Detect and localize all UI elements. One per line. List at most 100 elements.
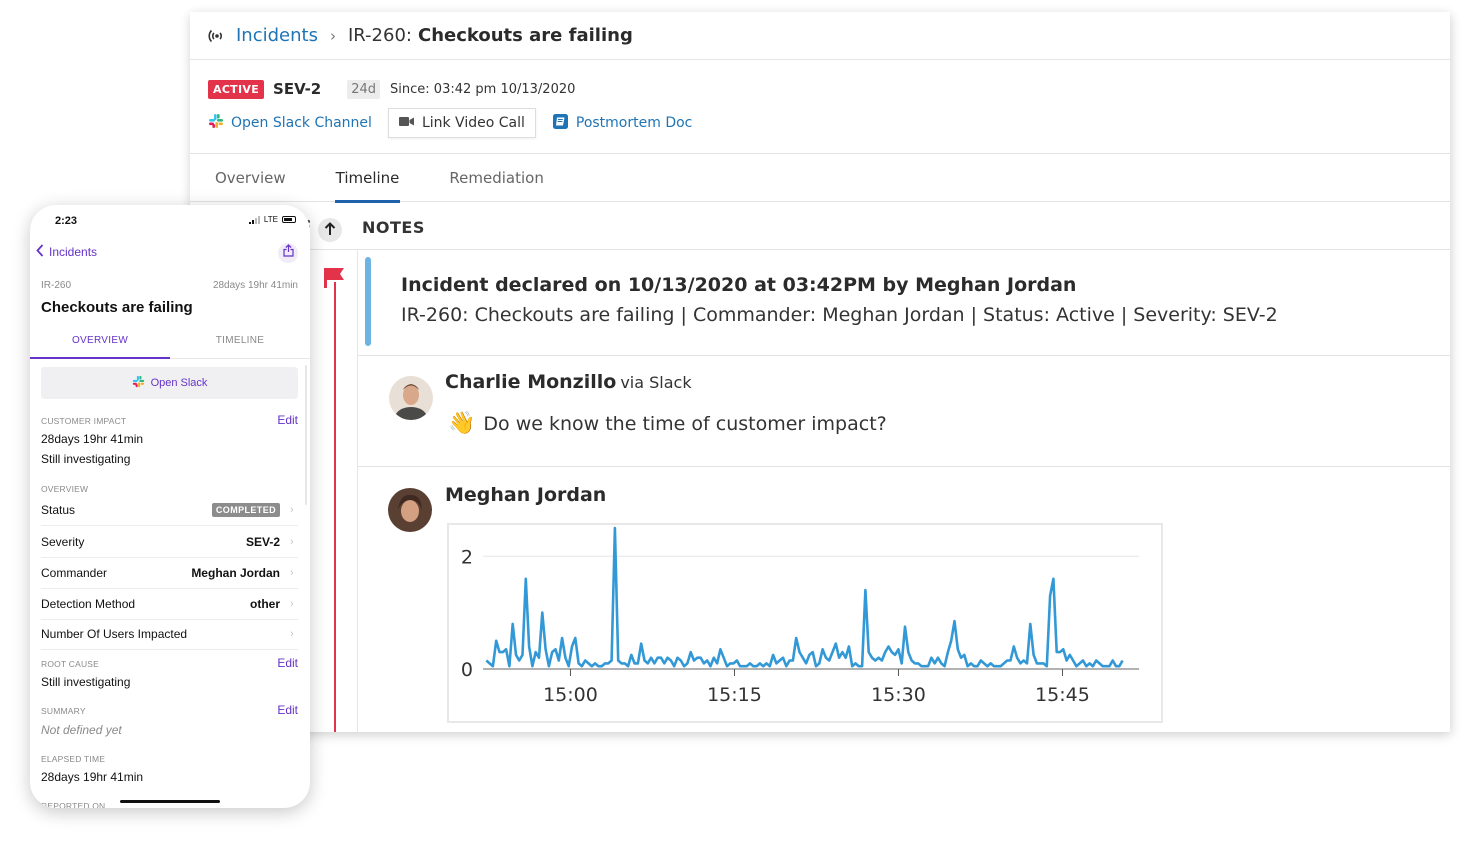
- incident-id: IR-260:: [347, 25, 412, 46]
- timeline-body: NOTES Incident declared on 10/13/2020 at…: [190, 202, 1450, 732]
- share-button[interactable]: [278, 243, 298, 263]
- declared-accent-bar: [365, 257, 371, 346]
- row-value: SEV-2: [245, 535, 280, 549]
- timeline-entries: Incident declared on 10/13/2020 at 03:42…: [357, 250, 1450, 732]
- message-author: Meghan Jordan: [445, 484, 607, 506]
- series-line: [485, 526, 1124, 668]
- severity-label: SEV-2: [273, 80, 322, 98]
- elapsed-time-value: 28days 19hr 41min: [41, 770, 144, 784]
- status-badge: COMPLETED: [211, 503, 280, 517]
- row-label: Severity: [41, 535, 85, 549]
- duration-badge: 24d: [347, 79, 381, 99]
- message-author: Charlie Monzillo via Slack: [445, 371, 692, 393]
- tab-timeline[interactable]: Timeline: [334, 154, 401, 203]
- message-source: via Slack: [620, 373, 692, 392]
- y-tick-label: 2: [461, 546, 473, 568]
- open-slack-button[interactable]: Open Slack: [41, 367, 298, 399]
- postmortem-doc-button[interactable]: Postmortem Doc: [552, 113, 692, 134]
- scrollbar[interactable]: [305, 365, 307, 505]
- row-label: Number Of Users Impacted: [41, 627, 188, 641]
- reported-on-label: REPORTED ON: [41, 801, 106, 808]
- slack-icon: [132, 375, 151, 391]
- row-label: Status: [41, 503, 76, 517]
- waving-hand-icon: 👋: [448, 411, 476, 436]
- summary-label: SUMMARY: [41, 706, 86, 716]
- message-text: Do we know the time of customer impact?: [483, 412, 887, 435]
- overview-row-severity[interactable]: Severity SEV-2 ›: [41, 527, 298, 558]
- arrow-up-icon: [324, 221, 336, 240]
- overview-row-status[interactable]: Status COMPLETED ›: [41, 495, 298, 526]
- timeline-entry-graph: Meghan Jordan 0 2 15:00 15:15 15:30 15:45: [358, 467, 1450, 732]
- root-cause-label: ROOT CAUSE: [41, 659, 100, 669]
- x-tick-label: 15:30: [871, 684, 926, 706]
- row-value: Meghan Jordan: [191, 566, 280, 580]
- link-video-call-button[interactable]: Link Video Call: [387, 108, 536, 138]
- summary-edit-button[interactable]: Edit: [277, 703, 298, 717]
- home-indicator[interactable]: [120, 800, 220, 803]
- root-cause-edit-button[interactable]: Edit: [277, 656, 298, 670]
- chevron-right-icon: ›: [290, 536, 294, 548]
- chevron-right-icon: ›: [290, 628, 294, 640]
- row-label: Detection Method: [41, 597, 136, 611]
- author-name: Charlie Monzillo: [445, 371, 617, 393]
- tab-overview[interactable]: OVERVIEW: [30, 332, 170, 359]
- mobile-app: 2:23 LTE Incidents IR-260 28days 19hr 41…: [30, 205, 310, 808]
- mobile-tab-bar: OVERVIEW TIMELINE: [30, 332, 310, 359]
- chart-svg: 0 2 15:00 15:15 15:30 15:45: [461, 526, 1139, 706]
- overview-section-label: OVERVIEW: [41, 484, 89, 494]
- incident-title: Checkouts are failing: [41, 299, 193, 316]
- customer-impact-edit-button[interactable]: Edit: [277, 413, 298, 427]
- breadcrumb-incidents-link[interactable]: Incidents: [236, 25, 318, 46]
- slack-icon: [208, 113, 231, 133]
- overview-row-detection-method[interactable]: Detection Method other ›: [41, 589, 298, 620]
- chevron-right-icon: ›: [290, 567, 294, 579]
- tab-remediation[interactable]: Remediation: [449, 154, 543, 202]
- notes-section-title: NOTES: [362, 218, 425, 237]
- customer-impact-label: CUSTOMER IMPACT: [41, 416, 127, 426]
- incident-meta: ACTIVE SEV-2 24d Since: 03:42 pm 10/13/2…: [190, 60, 1450, 154]
- status-bar-time: 2:23: [55, 215, 78, 227]
- scroll-up-button[interactable]: [318, 218, 342, 242]
- elapsed-summary: 28days 19hr 41min: [212, 280, 298, 291]
- network-label: LTE: [263, 215, 278, 224]
- incident-id: IR-260: [41, 280, 72, 291]
- avatar-meghan: [388, 488, 432, 532]
- back-button[interactable]: Incidents: [36, 244, 97, 260]
- root-cause-value: Still investigating: [41, 675, 131, 689]
- summary-value: Not defined yet: [41, 723, 122, 737]
- postmortem-doc-label: Postmortem Doc: [575, 115, 693, 131]
- document-icon: [552, 113, 576, 134]
- overview-row-users-impacted[interactable]: Number Of Users Impacted ›: [41, 619, 298, 650]
- x-tick-label: 15:00: [543, 684, 598, 706]
- message-body: 👋 Do we know the time of customer impact…: [448, 411, 887, 436]
- customer-impact-duration: 28days 19hr 41min: [41, 432, 144, 446]
- open-slack-channel-button[interactable]: Open Slack Channel: [208, 113, 372, 133]
- timeseries-chart: 0 2 15:00 15:15 15:30 15:45: [447, 523, 1163, 723]
- x-tick-label: 15:15: [707, 684, 762, 706]
- tab-timeline[interactable]: TIMELINE: [170, 332, 310, 358]
- overview-row-commander[interactable]: Commander Meghan Jordan ›: [41, 558, 298, 589]
- timeline-line: [334, 282, 336, 732]
- video-camera-icon: [398, 115, 422, 131]
- chevron-right-icon: ›: [290, 504, 294, 516]
- status-bar-indicators: LTE: [248, 215, 296, 224]
- chevron-right-icon: ›: [290, 598, 294, 610]
- since-timestamp: Since: 03:42 pm 10/13/2020: [390, 81, 576, 97]
- incident-broadcast-icon: [208, 27, 226, 45]
- breadcrumb-chevron-icon: ›: [329, 26, 336, 45]
- battery-icon: [282, 216, 296, 223]
- tab-overview[interactable]: Overview: [215, 154, 286, 202]
- x-tick-label: 15:45: [1035, 684, 1090, 706]
- avatar-charlie: [389, 376, 433, 420]
- customer-impact-status: Still investigating: [41, 452, 131, 466]
- back-label: Incidents: [49, 245, 98, 259]
- status-badge: ACTIVE: [208, 79, 265, 99]
- link-video-call-label: Link Video Call: [421, 115, 525, 131]
- timeline-entry-message: Charlie Monzillo via Slack 👋 Do we know t…: [358, 356, 1450, 467]
- tab-bar: Overview Timeline Remediation: [190, 154, 1450, 203]
- desktop-incident-window: Incidents › IR-260: Checkouts are failin…: [190, 12, 1450, 732]
- row-value: other: [250, 597, 280, 611]
- chevron-left-icon: [36, 244, 49, 260]
- open-slack-label: Open Slack: [150, 377, 208, 389]
- timeline-entry-declared: Incident declared on 10/13/2020 at 03:42…: [358, 250, 1450, 356]
